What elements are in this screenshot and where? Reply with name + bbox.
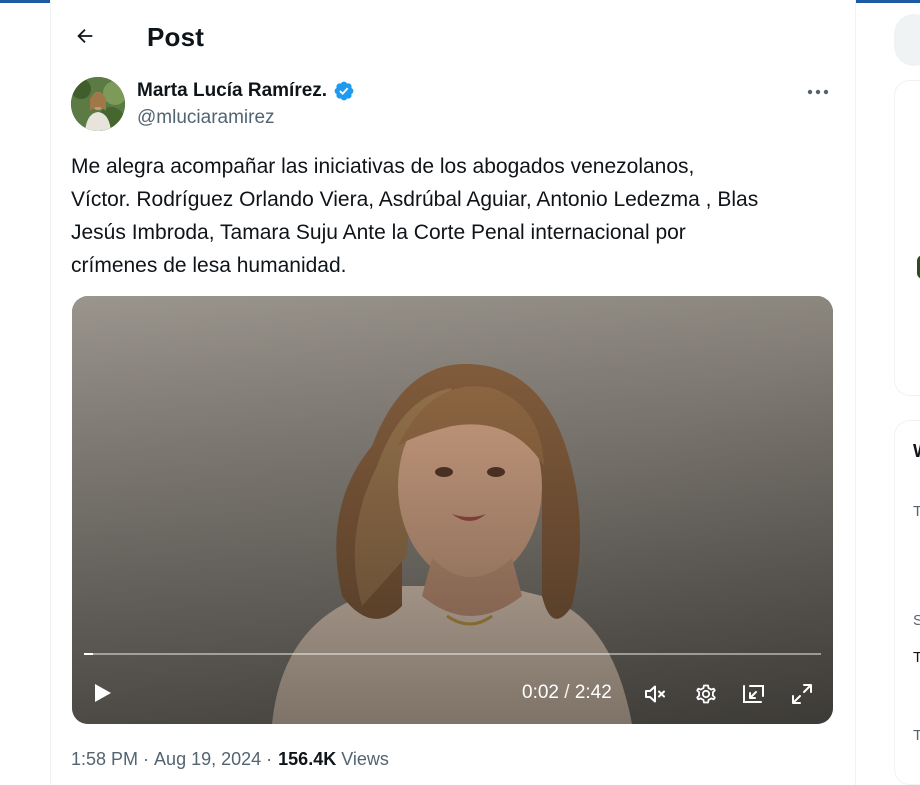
avatar[interactable] (71, 77, 125, 131)
views-label: Views (341, 749, 389, 769)
sidebar-card (894, 80, 920, 396)
trend-item-fragment[interactable]: T (913, 503, 920, 520)
views-count: 156.4K (278, 749, 337, 769)
trend-item-fragment[interactable]: T (913, 649, 920, 666)
verified-badge-icon[interactable] (333, 80, 355, 102)
trend-item-fragment[interactable]: T (913, 727, 920, 744)
tweet-text-line: Me alegra acompañar las iniciativas de l… (71, 155, 695, 178)
gear-icon[interactable] (693, 682, 719, 706)
tweet-text-line: Víctor. Rodríguez Orlando Viera, Asdrúba… (71, 188, 759, 211)
video-player[interactable]: 0:02 / 2:42 (72, 296, 833, 724)
post-date[interactable]: Aug 19, 2024 (154, 749, 261, 770)
meta-dot: · (266, 749, 273, 769)
trends-heading-fragment: W (913, 441, 920, 462)
picture-in-picture-icon[interactable] (741, 682, 767, 706)
video-current-time: 0:02 (522, 682, 559, 703)
video-time-separator: / (564, 682, 570, 703)
play-icon[interactable] (90, 681, 114, 705)
right-sidebar: W T T S T (894, 0, 920, 785)
page-title: Post (147, 22, 205, 52)
video-time-display: 0:02 / 2:42 (522, 682, 612, 704)
video-frame (72, 296, 833, 724)
meta-dot: · (143, 749, 150, 769)
author-handle[interactable]: @mluciaramirez (137, 107, 275, 129)
post-detail-column: Post Marta Lucía Ramírez. @mluciaramirez… (50, 0, 856, 785)
author-name-text[interactable]: Marta Lucía Ramírez. (137, 80, 327, 102)
tweet-text-line: crímenes de lesa humanidad. (71, 254, 347, 277)
video-progress-fill (84, 653, 93, 655)
video-duration: 2:42 (574, 682, 612, 703)
arrow-left-icon (77, 28, 93, 44)
tweet-text-line: Jesús Imbroda, Tamara Suju Ante la Corte… (71, 221, 686, 244)
post-meta: 1:58 PM · Aug 19, 2024 · 156.4K Views (71, 749, 389, 770)
tweet-text: Me alegra acompañar las iniciativas de l… (71, 150, 841, 282)
search-box[interactable] (894, 14, 920, 66)
page-header: Post (51, 12, 855, 62)
back-button[interactable] (67, 18, 103, 54)
trend-item-fragment[interactable]: S (913, 612, 920, 629)
post-time[interactable]: 1:58 PM (71, 749, 138, 770)
sidebar-card-trends: W T T S T (894, 420, 920, 785)
fullscreen-icon[interactable] (789, 682, 815, 706)
volume-muted-icon[interactable] (643, 682, 669, 706)
more-options-button[interactable] (803, 80, 833, 104)
author-name[interactable]: Marta Lucía Ramírez. (137, 80, 355, 102)
more-horizontal-icon (807, 89, 829, 95)
video-progress-bar[interactable] (84, 653, 821, 655)
